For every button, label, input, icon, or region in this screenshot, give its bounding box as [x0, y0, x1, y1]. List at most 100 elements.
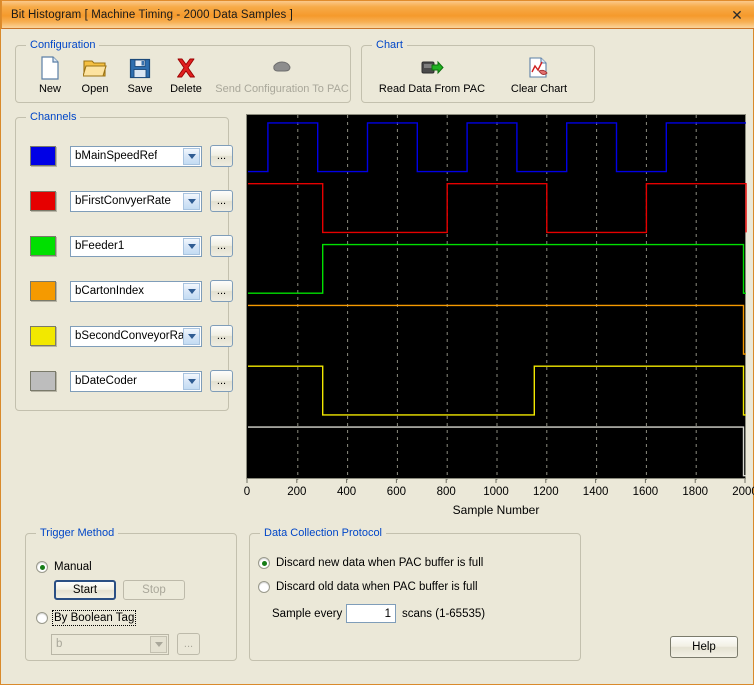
- send-configuration-to-pac-button[interactable]: Send Configuration To PAC: [215, 55, 349, 95]
- trigger-method-group: Trigger Method Manual Start Stop By Bool…: [25, 527, 237, 661]
- chart-actions-group: Chart Read Data From PAC Clear Chart: [361, 39, 595, 103]
- discard-old-data-label: Discard old data when PAC buffer is full: [276, 581, 478, 593]
- x-tick-label: 200: [287, 486, 307, 498]
- red-x-icon: [175, 55, 197, 81]
- radio-indicator[interactable]: [36, 561, 48, 573]
- sample-every-input[interactable]: 1: [346, 604, 396, 623]
- chevron-down-icon[interactable]: [183, 192, 200, 210]
- radio-indicator[interactable]: [36, 612, 48, 624]
- help-button[interactable]: Help: [670, 636, 738, 658]
- x-tick-label: 800: [436, 486, 456, 498]
- open-button-label: Open: [81, 83, 109, 95]
- discard-old-data-radio[interactable]: Discard old data when PAC buffer is full: [258, 581, 478, 593]
- new-button-label: New: [38, 83, 61, 95]
- trigger-method-legend: Trigger Method: [36, 527, 119, 539]
- discard-new-data-radio[interactable]: Discard new data when PAC buffer is full: [258, 557, 483, 569]
- channels-legend: Channels: [26, 111, 81, 123]
- floppy-disk-icon: [129, 55, 151, 81]
- configuration-group: Configuration New Open Save Delete Send …: [15, 39, 351, 103]
- clear-chart-label: Clear Chart: [510, 83, 568, 95]
- x-axis-tick-labels: 0 200 400 600 800 1000 1200 1400 1600 1800 2000: [241, 486, 754, 500]
- stop-button[interactable]: Stop: [123, 580, 185, 600]
- download-arrow-icon: [420, 55, 444, 81]
- chevron-down-icon[interactable]: [183, 282, 200, 300]
- save-button[interactable]: Save: [116, 55, 164, 95]
- trigger-tag-value: b: [56, 638, 63, 650]
- discard-new-data-label: Discard new data when PAC buffer is full: [276, 557, 484, 569]
- x-tick-label: 400: [337, 486, 357, 498]
- data-collection-protocol-group: Data Collection Protocol Discard new dat…: [249, 527, 581, 661]
- chevron-down-icon[interactable]: [183, 327, 200, 345]
- chevron-down-icon[interactable]: [183, 147, 200, 165]
- send-configuration-to-pac-label: Send Configuration To PAC: [215, 83, 349, 95]
- clear-chart-icon: [528, 55, 550, 81]
- channel-browse-button[interactable]: ...: [210, 145, 233, 167]
- pac-device-icon: [271, 55, 293, 81]
- channel-tag-combo[interactable]: bDateCoder: [70, 370, 202, 392]
- channel-browse-button[interactable]: ...: [210, 325, 233, 347]
- channel-tag-combo[interactable]: bSecondConveyorRat‹: [70, 325, 202, 347]
- close-icon[interactable]: ✕: [726, 5, 748, 25]
- x-tick-label: 1200: [533, 486, 559, 498]
- open-button[interactable]: Open: [71, 55, 119, 95]
- x-tick-label: 1000: [483, 486, 509, 498]
- channel-tag-combo[interactable]: bFirstConvyerRate: [70, 190, 202, 212]
- channel-color-swatch[interactable]: [30, 371, 56, 391]
- channel-browse-button[interactable]: ...: [210, 235, 233, 257]
- chevron-down-icon[interactable]: [183, 237, 200, 255]
- channel-browse-button[interactable]: ...: [210, 280, 233, 302]
- x-tick-label: 600: [386, 486, 406, 498]
- chart-traces: [248, 115, 747, 480]
- clear-chart-button[interactable]: Clear Chart: [496, 55, 582, 95]
- channel-browse-button[interactable]: ...: [210, 370, 233, 392]
- read-data-from-pac-label: Read Data From PAC: [378, 83, 486, 95]
- trigger-manual-radio[interactable]: Manual: [36, 561, 92, 573]
- start-button[interactable]: Start: [54, 580, 116, 600]
- radio-indicator[interactable]: [258, 581, 270, 593]
- trigger-boolean-tag-radio[interactable]: By Boolean Tag: [36, 610, 137, 626]
- channel-tag-value: bMainSpeedRef: [75, 150, 158, 162]
- data-collection-protocol-legend: Data Collection Protocol: [260, 527, 387, 539]
- x-tick-label: 1800: [682, 486, 708, 498]
- trigger-tag-combo[interactable]: b: [51, 633, 169, 655]
- x-tick-label: 2000: [732, 486, 754, 498]
- trigger-tag-row: b ...: [51, 633, 200, 655]
- x-axis-title: Sample Number: [452, 503, 540, 517]
- channel-tag-combo[interactable]: bCartonIndex: [70, 280, 202, 302]
- chevron-down-icon[interactable]: [183, 372, 200, 390]
- x-tick-label: 0: [243, 486, 251, 498]
- channel-color-swatch[interactable]: [30, 236, 56, 256]
- channel-row: bDateCoder ...: [30, 369, 233, 393]
- x-tick-label: 1600: [632, 486, 659, 498]
- trigger-boolean-tag-label: By Boolean Tag: [51, 610, 137, 626]
- channel-tag-value: bFirstConvyerRate: [75, 195, 171, 207]
- bit-histogram-chart: 0 200 400 600 800 1000 1200 1400 1600 1800 2000 Sa…: [241, 112, 754, 517]
- channel-tag-combo[interactable]: bMainSpeedRef: [70, 145, 202, 167]
- channel-color-swatch[interactable]: [30, 146, 56, 166]
- channel-row: bMainSpeedRef ...: [30, 144, 233, 168]
- chart-plot-area[interactable]: [246, 114, 747, 480]
- delete-button[interactable]: Delete: [160, 55, 212, 95]
- channel-tag-value: bFeeder1: [75, 240, 125, 252]
- new-button[interactable]: New: [26, 55, 74, 95]
- channel-row: bFeeder1 ...: [30, 234, 233, 258]
- trigger-tag-browse-button[interactable]: ...: [177, 633, 200, 655]
- channel-browse-button[interactable]: ...: [210, 190, 233, 212]
- sample-every-label: Sample every: [272, 608, 343, 620]
- read-data-from-pac-button[interactable]: Read Data From PAC: [376, 55, 488, 95]
- channel-color-swatch[interactable]: [30, 191, 56, 211]
- channel-color-swatch[interactable]: [30, 281, 56, 301]
- channel-tag-value: bDateCoder: [75, 375, 138, 387]
- channel-tag-combo[interactable]: bFeeder1: [70, 235, 202, 257]
- save-button-label: Save: [127, 83, 153, 95]
- channel-tag-value: bSecondConveyorRat‹: [75, 330, 192, 342]
- title-bar: Bit Histogram [ Machine Timing - 2000 Da…: [1, 0, 754, 29]
- chevron-down-icon[interactable]: [150, 635, 167, 653]
- bit-histogram-window: Bit Histogram [ Machine Timing - 2000 Da…: [0, 0, 754, 685]
- channel-color-swatch[interactable]: [30, 326, 56, 346]
- channel-tag-value: bCartonIndex: [75, 285, 145, 297]
- radio-indicator[interactable]: [258, 557, 270, 569]
- open-folder-icon: [83, 55, 107, 81]
- channel-row: bSecondConveyorRat‹ ...: [30, 324, 233, 348]
- x-tick-label: 1400: [582, 486, 609, 498]
